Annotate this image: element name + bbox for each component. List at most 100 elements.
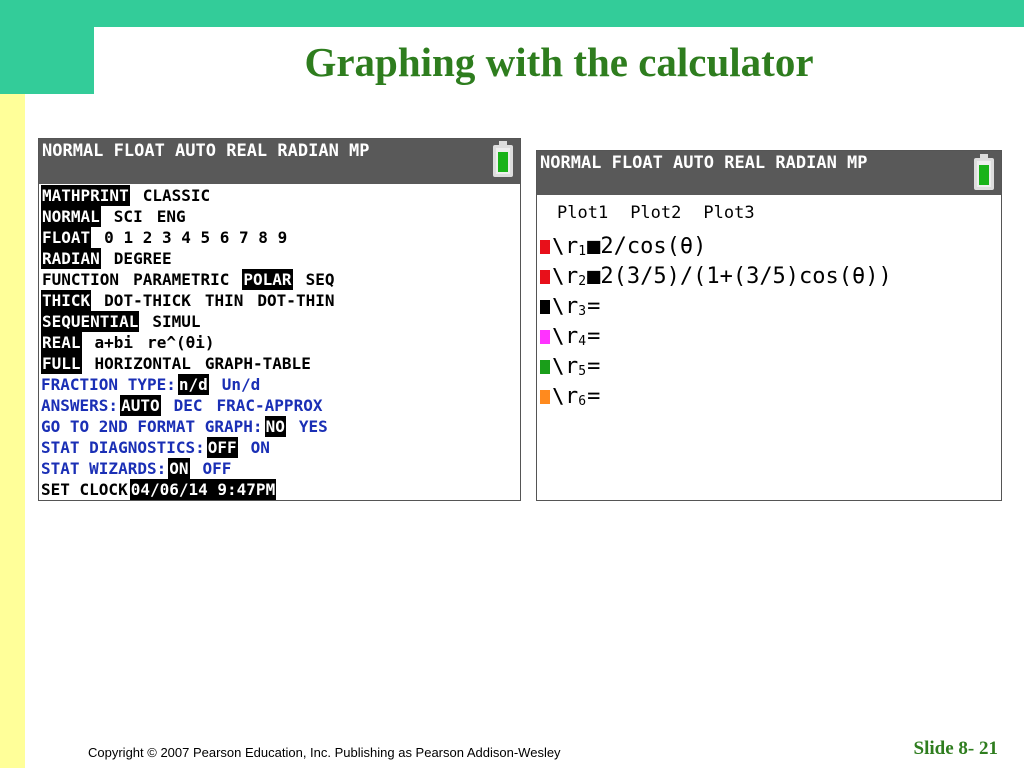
mode-option-selected[interactable]: 04/06/14 9:47PM: [129, 479, 277, 500]
equation-variable: r: [565, 234, 579, 259]
mode-row[interactable]: RADIAN DEGREE: [41, 248, 520, 269]
equation-sign[interactable]: =: [587, 382, 600, 412]
mode-row[interactable]: NORMAL SCI ENG: [41, 206, 520, 227]
mode-option-selected[interactable]: n/d: [177, 374, 209, 395]
equation-sign[interactable]: =: [587, 352, 600, 382]
mode-option[interactable]: a+bi: [94, 332, 135, 353]
line-style-icon[interactable]: \: [552, 381, 564, 411]
mode-option-selected[interactable]: OFF: [206, 437, 238, 458]
mode-option[interactable]: DOT-THICK: [103, 290, 192, 311]
equation-index: 6: [578, 394, 587, 409]
y-editor-screen: NORMAL FLOAT AUTO REAL RADIAN MP Plot1 Pl…: [536, 150, 1002, 501]
equation-row[interactable]: \r4=: [540, 321, 1001, 351]
mode-option[interactable]: SIMUL: [151, 311, 201, 332]
equation-variable: r: [565, 264, 579, 289]
mode-option[interactable]: YES: [298, 416, 329, 437]
mode-row[interactable]: FUNCTION PARAMETRIC POLAR SEQ: [41, 269, 520, 290]
mode-row-label: STAT WIZARDS:: [41, 459, 167, 478]
mode-option[interactable]: re^(θi): [146, 332, 215, 353]
color-swatch-icon: [540, 360, 550, 374]
mode-option[interactable]: SEQ: [305, 269, 336, 290]
line-style-icon[interactable]: \: [552, 231, 564, 261]
mode-row[interactable]: SEQUENTIAL SIMUL: [41, 311, 520, 332]
equation-row[interactable]: \r6=: [540, 381, 1001, 411]
equation-variable: r: [565, 354, 579, 379]
plot-toggle-1[interactable]: Plot1: [557, 203, 608, 223]
mode-status-bar: NORMAL FLOAT AUTO REAL RADIAN MP: [39, 139, 520, 184]
mode-row[interactable]: FULL HORIZONTAL GRAPH-TABLE: [41, 353, 520, 374]
mode-option-selected[interactable]: THICK: [41, 290, 92, 311]
equation-name: r3: [565, 294, 586, 319]
equation-sign[interactable]: ■: [587, 232, 600, 262]
mode-row-label: ANSWERS:: [41, 396, 119, 415]
mode-option[interactable]: DEC: [173, 395, 204, 416]
plot-toggle-2[interactable]: Plot2: [630, 203, 681, 223]
mode-row-label: STAT DIAGNOSTICS:: [41, 438, 205, 457]
status-text: NORMAL FLOAT AUTO REAL RADIAN MP: [540, 153, 868, 173]
equation-index: 5: [578, 364, 587, 379]
y-editor-status-bar: NORMAL FLOAT AUTO REAL RADIAN MP: [537, 151, 1001, 195]
mode-option-selected[interactable]: MATHPRINT: [41, 185, 130, 206]
equation-sign[interactable]: =: [587, 322, 600, 352]
equation-variable: r: [565, 384, 579, 409]
equation-expression[interactable]: 2/cos(θ): [600, 234, 706, 259]
equation-sign[interactable]: =: [587, 292, 600, 322]
mode-row[interactable]: STAT DIAGNOSTICS: OFF ON: [41, 437, 520, 458]
copyright-text: Copyright © 2007 Pearson Education, Inc.…: [88, 745, 561, 760]
line-style-icon[interactable]: \: [552, 261, 564, 291]
mode-row[interactable]: FRACTION TYPE: n/d Un/d: [41, 374, 520, 395]
mode-option[interactable]: HORIZONTAL: [94, 353, 192, 374]
mode-option[interactable]: CLASSIC: [142, 185, 211, 206]
mode-option-selected[interactable]: ON: [168, 458, 190, 479]
mode-row[interactable]: MATHPRINT CLASSIC: [41, 185, 520, 206]
battery-icon: [974, 154, 994, 190]
mode-option[interactable]: Un/d: [221, 374, 262, 395]
mode-option-selected[interactable]: POLAR: [242, 269, 293, 290]
mode-option[interactable]: GRAPH-TABLE: [204, 353, 312, 374]
equation-row[interactable]: \r1■2/cos(θ): [540, 231, 1001, 261]
mode-row[interactable]: FLOAT 0 1 2 3 4 5 6 7 8 9: [41, 227, 520, 248]
mode-option-selected[interactable]: SEQUENTIAL: [41, 311, 140, 332]
mode-option-selected[interactable]: FLOAT: [41, 227, 92, 248]
mode-row[interactable]: REAL a+bi re^(θi): [41, 332, 520, 353]
plot-toggle-3[interactable]: Plot3: [703, 203, 754, 223]
equation-row[interactable]: \r5=: [540, 351, 1001, 381]
mode-option[interactable]: FUNCTION: [41, 269, 120, 290]
line-style-icon[interactable]: \: [552, 291, 564, 321]
color-swatch-icon: [540, 240, 550, 254]
line-style-icon[interactable]: \: [552, 351, 564, 381]
equation-row[interactable]: \r2■2(3/5)/(1+(3/5)cos(θ)): [540, 261, 1001, 291]
mode-row[interactable]: THICK DOT-THICK THIN DOT-THIN: [41, 290, 520, 311]
mode-option[interactable]: 0 1 2 3 4 5 6 7 8 9: [103, 227, 288, 248]
mode-option[interactable]: DEGREE: [113, 248, 173, 269]
mode-option-selected[interactable]: RADIAN: [41, 248, 101, 269]
mode-option[interactable]: FRAC-APPROX: [216, 395, 324, 416]
battery-icon: [493, 141, 513, 177]
mode-option[interactable]: ON: [250, 437, 271, 458]
equation-expression[interactable]: 2(3/5)/(1+(3/5)cos(θ)): [600, 264, 891, 289]
mode-option[interactable]: PARAMETRIC: [132, 269, 230, 290]
color-swatch-icon: [540, 330, 550, 344]
mode-option-selected[interactable]: AUTO: [120, 395, 161, 416]
line-style-icon[interactable]: \: [552, 321, 564, 351]
mode-option[interactable]: THIN: [204, 290, 245, 311]
mode-option-selected[interactable]: REAL: [41, 332, 82, 353]
plot-row: Plot1 Plot2 Plot3: [557, 203, 777, 223]
color-swatch-icon: [540, 390, 550, 404]
equation-sign[interactable]: ■: [587, 262, 600, 292]
corner-accent-block: [0, 0, 94, 94]
mode-option[interactable]: ENG: [156, 206, 187, 227]
mode-option-selected[interactable]: FULL: [41, 353, 82, 374]
mode-option-selected[interactable]: NORMAL: [41, 206, 101, 227]
mode-row[interactable]: ANSWERS: AUTO DEC FRAC-APPROX: [41, 395, 520, 416]
color-swatch-icon: [540, 300, 550, 314]
mode-option-selected[interactable]: NO: [264, 416, 286, 437]
mode-option[interactable]: SCI: [113, 206, 144, 227]
mode-row[interactable]: SET CLOCK 04/06/14 9:47PM: [41, 479, 520, 500]
mode-option[interactable]: OFF: [202, 458, 233, 479]
mode-row[interactable]: STAT WIZARDS: ON OFF: [41, 458, 520, 479]
color-swatch-icon: [540, 270, 550, 284]
mode-row[interactable]: GO TO 2ND FORMAT GRAPH: NO YES: [41, 416, 520, 437]
mode-option[interactable]: DOT-THIN: [256, 290, 335, 311]
equation-row[interactable]: \r3=: [540, 291, 1001, 321]
